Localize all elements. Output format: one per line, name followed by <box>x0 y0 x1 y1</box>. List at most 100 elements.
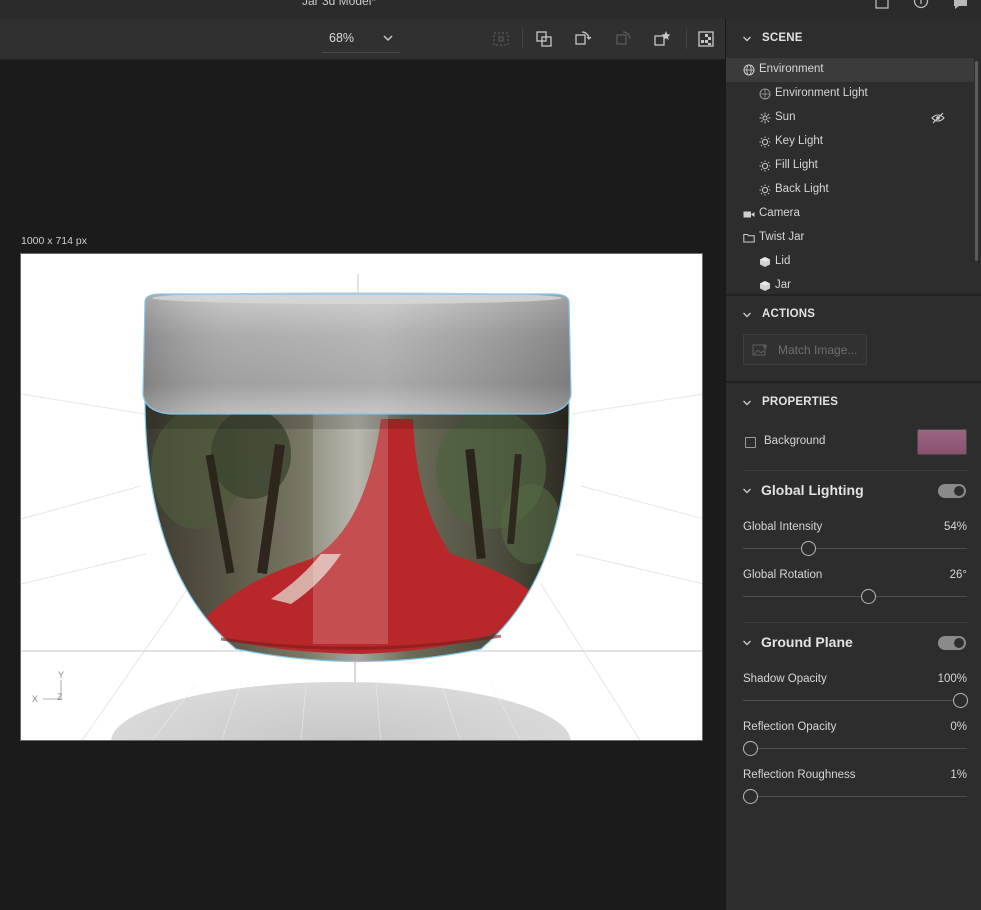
global-intensity-slider[interactable]: Global Intensity 54% <box>743 521 967 561</box>
scene-item-label: Twist Jar <box>759 231 805 243</box>
toolbar-separator <box>522 29 523 49</box>
actions-section-header[interactable]: ACTIONS <box>726 299 981 331</box>
orbit-icon[interactable] <box>572 29 592 49</box>
comment-icon[interactable] <box>952 0 968 14</box>
slider-thumb[interactable] <box>953 693 969 708</box>
reflection-roughness-value: 1% <box>950 769 967 781</box>
shadow-opacity-label: Shadow Opacity <box>743 673 827 685</box>
mesh-icon <box>760 257 770 267</box>
folder-icon <box>743 234 755 243</box>
camera-icon <box>743 211 755 218</box>
global-intensity-value: 54% <box>943 521 967 533</box>
info-icon[interactable] <box>913 0 929 14</box>
toolbar-separator <box>686 29 687 49</box>
reflection-opacity-label: Reflection Opacity <box>743 721 837 733</box>
render-icon[interactable] <box>696 29 716 49</box>
pan-icon[interactable] <box>613 29 633 49</box>
scene-section-header[interactable]: SCENE <box>726 23 981 55</box>
lid-model[interactable] <box>142 292 572 415</box>
zoom-underline <box>322 52 400 53</box>
shadow-opacity-slider[interactable]: Shadow Opacity 100% <box>743 673 969 713</box>
ground-plane-header[interactable]: Ground Plane <box>726 628 981 658</box>
scene-item-label: Sun <box>775 111 796 123</box>
eye-hidden-icon[interactable] <box>931 112 945 124</box>
scene-item-label: Fill Light <box>775 159 818 171</box>
chevron-down-icon[interactable] <box>742 34 752 44</box>
globe-icon <box>743 64 755 76</box>
match-image-label: Match Image... <box>778 343 858 357</box>
scene-item-fill-light[interactable]: Fill Light <box>726 154 974 178</box>
global-lighting-title: Global Lighting <box>761 482 864 498</box>
scene-item-label: Jar <box>775 279 791 291</box>
slider-thumb[interactable] <box>742 741 758 756</box>
slider-thumb[interactable] <box>861 589 877 604</box>
section-divider <box>726 294 981 296</box>
mesh-icon <box>760 281 770 291</box>
background-color-swatch[interactable] <box>917 429 967 455</box>
image-icon <box>752 343 768 356</box>
scene-item-environment-light[interactable]: Environment Light <box>726 82 974 106</box>
global-rotation-slider[interactable]: Global Rotation 26° <box>743 569 967 609</box>
chevron-down-icon[interactable] <box>742 638 752 648</box>
slider-track[interactable] <box>743 748 967 749</box>
transform-icon[interactable] <box>534 29 554 49</box>
shadow-opacity-value: 100% <box>937 673 967 685</box>
scene-header: SCENE <box>762 32 803 44</box>
home-icon[interactable] <box>874 0 890 14</box>
properties-panel: SCENE Environment Environment Light Sun … <box>725 19 981 910</box>
slider-track[interactable] <box>743 596 967 597</box>
scene-item-label: Lid <box>775 255 791 267</box>
chevron-down-icon[interactable] <box>382 33 394 43</box>
axis-gizmo: X Y Z <box>32 670 64 704</box>
scene-item-twist-jar[interactable]: Twist Jar <box>726 226 974 250</box>
scene-item-environment[interactable]: Environment <box>726 58 974 82</box>
section-divider <box>743 470 967 471</box>
title-bar: Jar 3d Model* <box>0 0 981 19</box>
chevron-down-icon[interactable] <box>742 310 752 320</box>
scene-item-lid[interactable]: Lid <box>726 250 974 274</box>
scene-item-label: Back Light <box>775 183 829 195</box>
chevron-down-icon[interactable] <box>742 486 752 496</box>
scene-item-back-light[interactable]: Back Light <box>726 178 974 202</box>
slider-track[interactable] <box>743 548 967 549</box>
scene-item-camera[interactable]: Camera <box>726 202 974 226</box>
sun-icon <box>759 112 771 124</box>
background-checkbox[interactable] <box>745 437 756 448</box>
toggle-knob <box>954 638 964 648</box>
slider-thumb[interactable] <box>742 789 758 804</box>
reflection-opacity-value: 0% <box>950 721 967 733</box>
section-divider <box>726 381 981 383</box>
reflection-roughness-slider[interactable]: Reflection Roughness 1% <box>742 769 967 809</box>
scene-item-sun[interactable]: Sun <box>726 106 974 130</box>
match-image-button[interactable]: Match Image... <box>743 334 867 365</box>
axis-y-label: Y <box>58 670 64 680</box>
reflection-opacity-slider[interactable]: Reflection Opacity 0% <box>742 721 967 761</box>
global-lighting-header[interactable]: Global Lighting <box>726 476 981 506</box>
window-title: Jar 3d Model* <box>302 0 377 8</box>
properties-section-header[interactable]: PROPERTIES <box>726 387 981 419</box>
ground-plane-toggle[interactable] <box>938 636 966 650</box>
slider-thumb[interactable] <box>800 541 816 556</box>
light-bulb-icon <box>759 184 771 196</box>
canvas-toolbar: 68% <box>0 19 725 60</box>
scene-viewport[interactable]: X Y Z <box>21 254 703 741</box>
scene-item-key-light[interactable]: Key Light <box>726 130 974 154</box>
slider-track[interactable] <box>743 796 967 797</box>
add-light-icon[interactable] <box>652 29 672 49</box>
scene-item-label: Environment Light <box>775 87 868 99</box>
global-lighting-toggle[interactable] <box>938 484 966 498</box>
scene-item-label: Key Light <box>775 135 823 147</box>
canvas-workspace[interactable]: 1000 x 714 px X Y Z <box>0 61 725 910</box>
background-label: Background <box>764 435 826 447</box>
actions-header: ACTIONS <box>762 308 816 320</box>
scene-scrollbar[interactable] <box>975 61 978 261</box>
zoom-level[interactable]: 68% <box>329 31 354 45</box>
select-frame-icon[interactable] <box>491 29 511 49</box>
chevron-down-icon[interactable] <box>742 398 752 408</box>
slider-track[interactable] <box>743 700 967 701</box>
toggle-knob <box>954 486 964 496</box>
document-canvas[interactable]: X Y Z <box>20 253 703 741</box>
jar-model[interactable] <box>144 401 570 663</box>
scene-item-label: Camera <box>759 207 800 219</box>
document-dimensions: 1000 x 714 px <box>21 235 87 247</box>
